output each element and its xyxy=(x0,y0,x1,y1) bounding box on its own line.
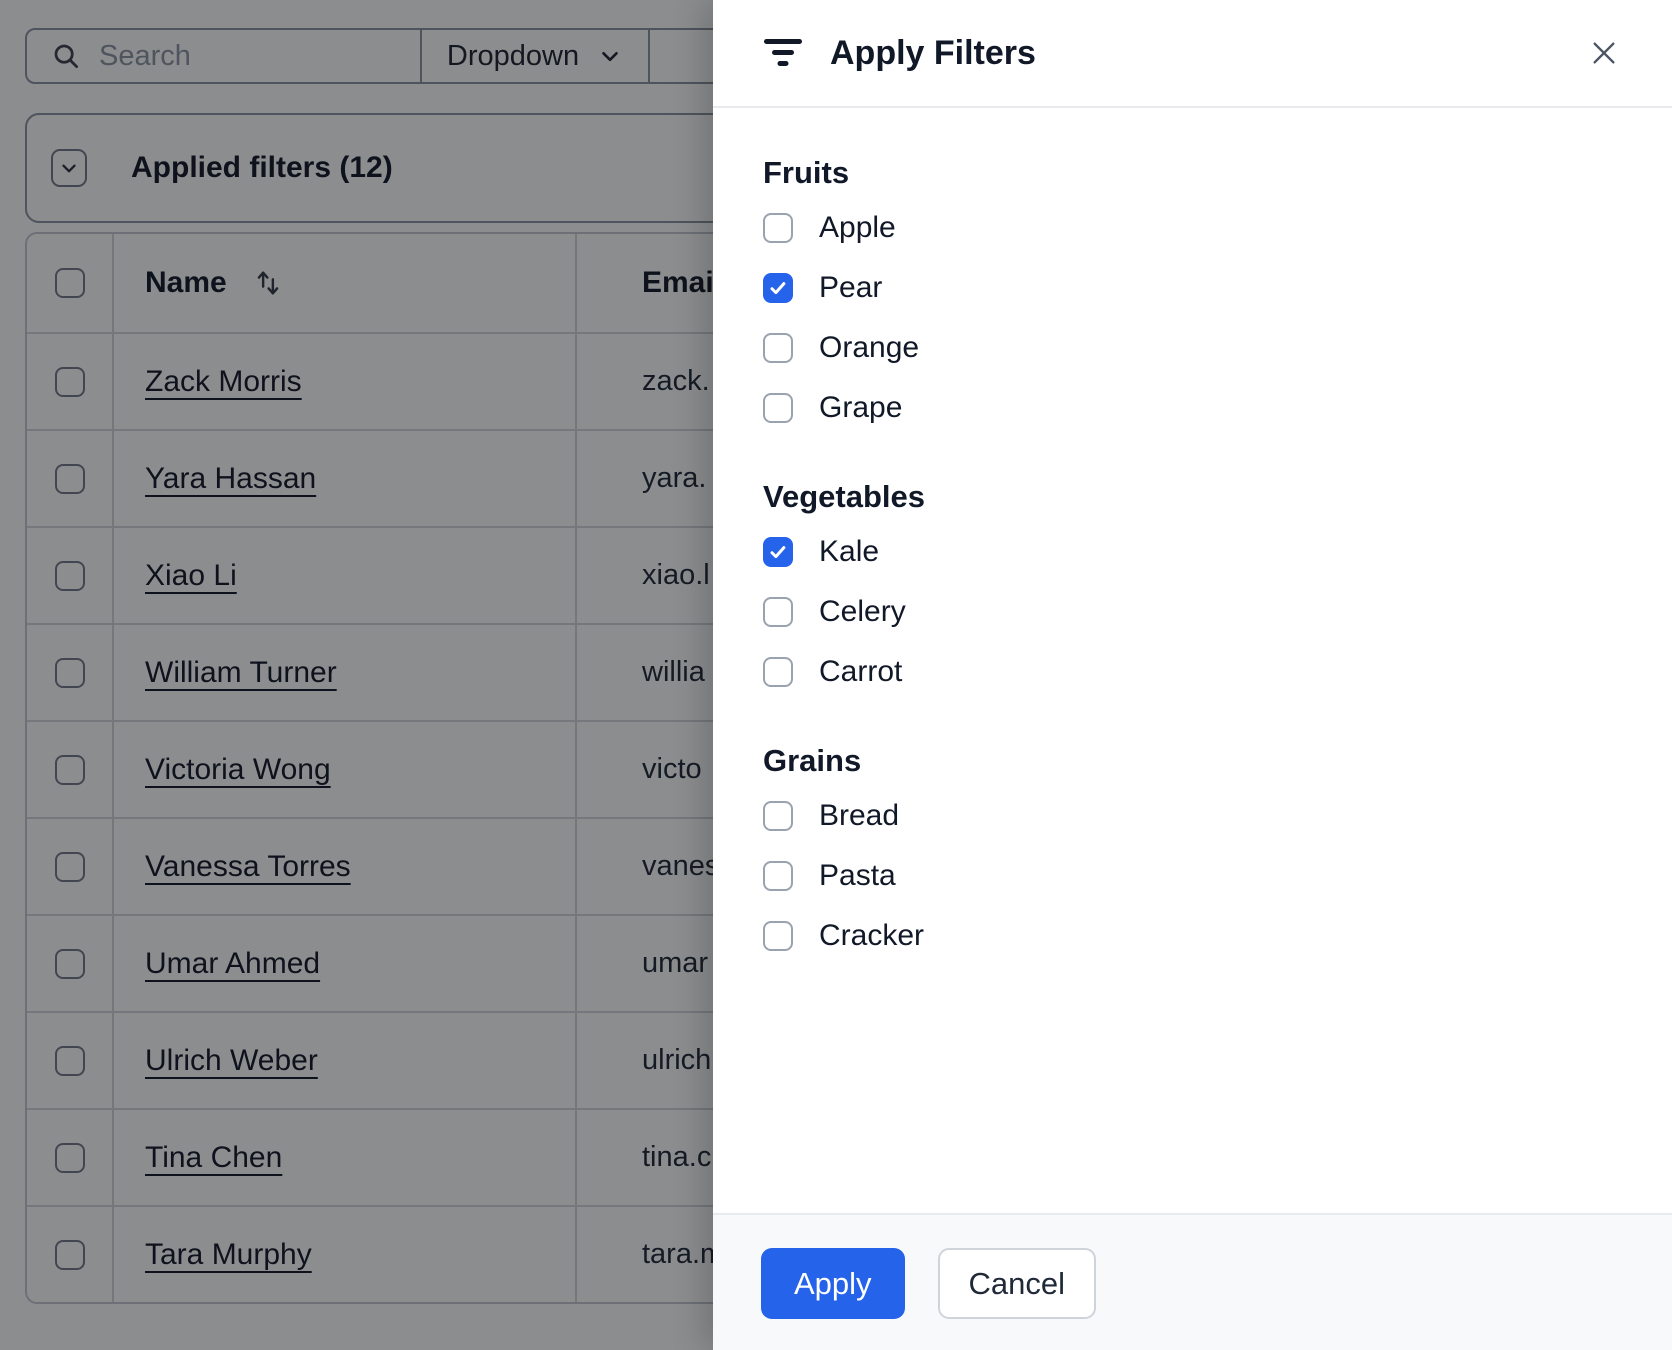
filter-option-orange[interactable]: Orange xyxy=(763,331,1622,364)
option-label: Cracker xyxy=(819,919,925,952)
apply-button[interactable]: Apply xyxy=(761,1248,905,1319)
filter-group-fruits: Fruits Apple Pear Orange Grape xyxy=(763,155,1622,424)
cancel-button[interactable]: Cancel xyxy=(937,1248,1097,1319)
check-icon xyxy=(770,282,786,295)
filter-group-vegetables: Vegetables Kale Celery Carrot xyxy=(763,479,1622,688)
option-label: Pear xyxy=(819,271,883,304)
option-label: Orange xyxy=(819,331,920,364)
filter-option-grape[interactable]: Grape xyxy=(763,391,1622,424)
panel-footer: Apply Cancel xyxy=(713,1213,1672,1350)
filter-option-celery[interactable]: Celery xyxy=(763,595,1622,628)
checkbox-pear[interactable] xyxy=(763,273,793,303)
filter-option-bread[interactable]: Bread xyxy=(763,799,1622,832)
group-heading: Vegetables xyxy=(763,479,925,514)
filter-option-apple[interactable]: Apple xyxy=(763,211,1622,244)
panel-content: Fruits Apple Pear Orange Grape Vegetable… xyxy=(713,108,1672,1213)
filter-option-carrot[interactable]: Carrot xyxy=(763,655,1622,688)
checkbox-kale[interactable] xyxy=(763,537,793,567)
checkbox-cracker[interactable] xyxy=(763,921,793,951)
close-button[interactable] xyxy=(1588,37,1620,69)
checkbox-celery[interactable] xyxy=(763,597,793,627)
apply-filters-panel: Apply Filters Fruits Apple Pear Orange G… xyxy=(713,0,1672,1350)
checkbox-bread[interactable] xyxy=(763,801,793,831)
option-label: Grape xyxy=(819,391,903,424)
checkbox-carrot[interactable] xyxy=(763,657,793,687)
check-icon xyxy=(770,546,786,559)
checkbox-orange[interactable] xyxy=(763,333,793,363)
filter-option-pear[interactable]: Pear xyxy=(763,271,1622,304)
option-label: Apple xyxy=(819,211,896,244)
panel-title: Apply Filters xyxy=(830,33,1036,72)
checkbox-apple[interactable] xyxy=(763,213,793,243)
option-label: Kale xyxy=(819,535,880,568)
filter-lines-icon xyxy=(764,39,802,66)
option-label: Carrot xyxy=(819,655,903,688)
group-heading: Grains xyxy=(763,743,862,778)
option-label: Celery xyxy=(819,595,906,628)
group-heading: Fruits xyxy=(763,155,850,190)
screen: Dropdown Applied filters (12) xyxy=(0,0,1672,1350)
filter-group-grains: Grains Bread Pasta Cracker xyxy=(763,743,1622,952)
close-icon xyxy=(1593,42,1615,64)
filter-option-kale[interactable]: Kale xyxy=(763,535,1622,568)
option-label: Pasta xyxy=(819,859,896,892)
panel-header: Apply Filters xyxy=(713,0,1672,108)
option-label: Bread xyxy=(819,799,900,832)
checkbox-pasta[interactable] xyxy=(763,861,793,891)
filter-option-pasta[interactable]: Pasta xyxy=(763,859,1622,892)
filter-option-cracker[interactable]: Cracker xyxy=(763,919,1622,952)
checkbox-grape[interactable] xyxy=(763,393,793,423)
